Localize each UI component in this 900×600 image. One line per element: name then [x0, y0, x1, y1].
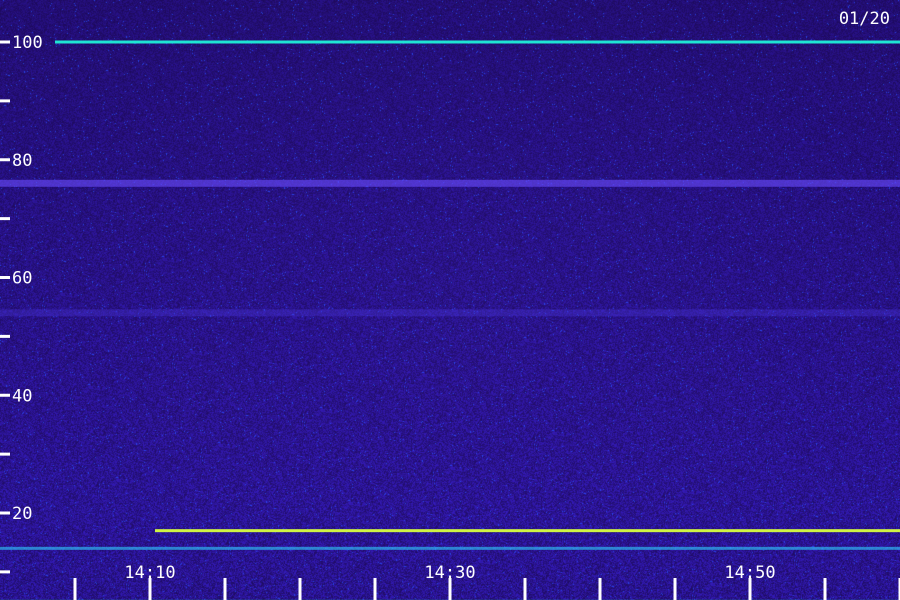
feature-line-4 [0, 546, 900, 550]
spectrogram-chart: 01/20 20 40 60 80 100 14:10 14:30 14:50 [0, 0, 900, 600]
date-label: 01/20 [839, 9, 890, 29]
y-tick-label-100: 100 [12, 33, 43, 53]
feature-band-1 [0, 179, 900, 187]
feature-line-0 [55, 40, 900, 44]
y-tick-label-40: 40 [12, 386, 32, 406]
feature-band-2 [0, 309, 900, 317]
x-axis: 14:10 14:30 14:50 [73, 563, 900, 600]
x-tick-label-14:50: 14:50 [724, 563, 775, 583]
y-axis: 20 40 60 80 100 [0, 33, 43, 574]
y-tick-label-60: 60 [12, 269, 32, 289]
feature-line-3 [155, 529, 900, 533]
y-tick-label-80: 80 [12, 151, 32, 171]
x-tick-label-14:10: 14:10 [124, 563, 175, 583]
y-tick-label-20: 20 [12, 504, 32, 524]
x-tick-label-14:30: 14:30 [424, 563, 475, 583]
chart-overlay: 01/20 20 40 60 80 100 14:10 14:30 14:50 [0, 9, 900, 600]
